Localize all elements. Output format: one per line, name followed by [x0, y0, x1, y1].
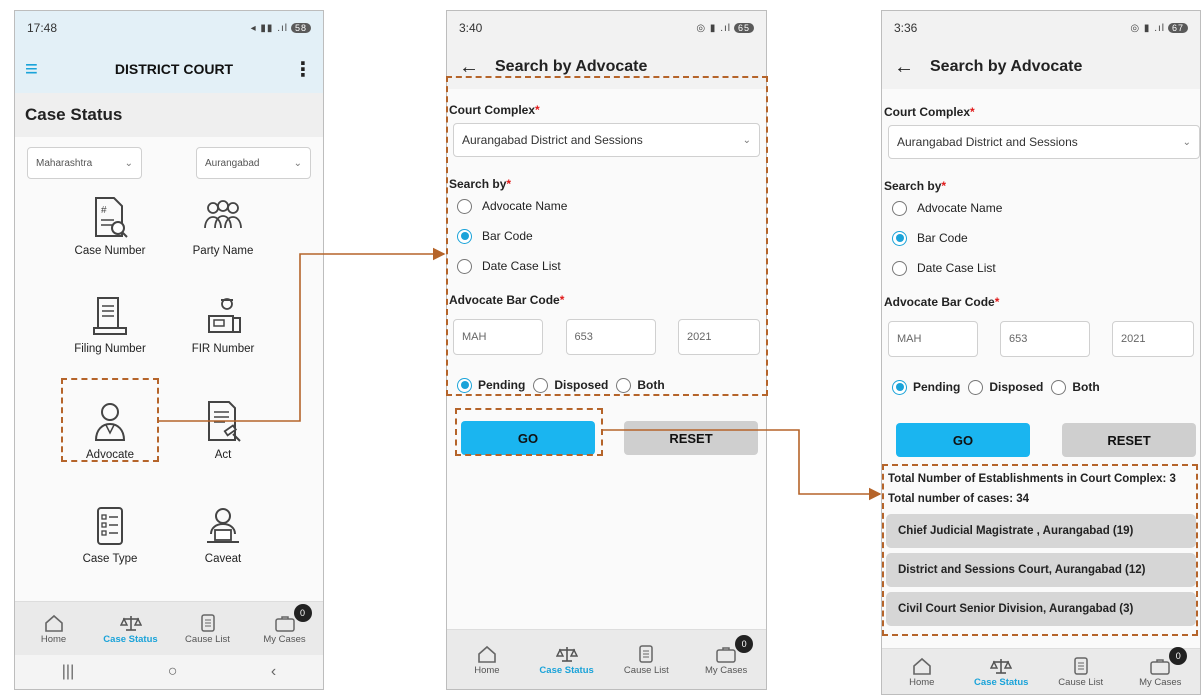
arrow-to-search-form [159, 247, 446, 422]
arrow-to-results [603, 429, 882, 501]
flow-arrows [159, 247, 882, 501]
